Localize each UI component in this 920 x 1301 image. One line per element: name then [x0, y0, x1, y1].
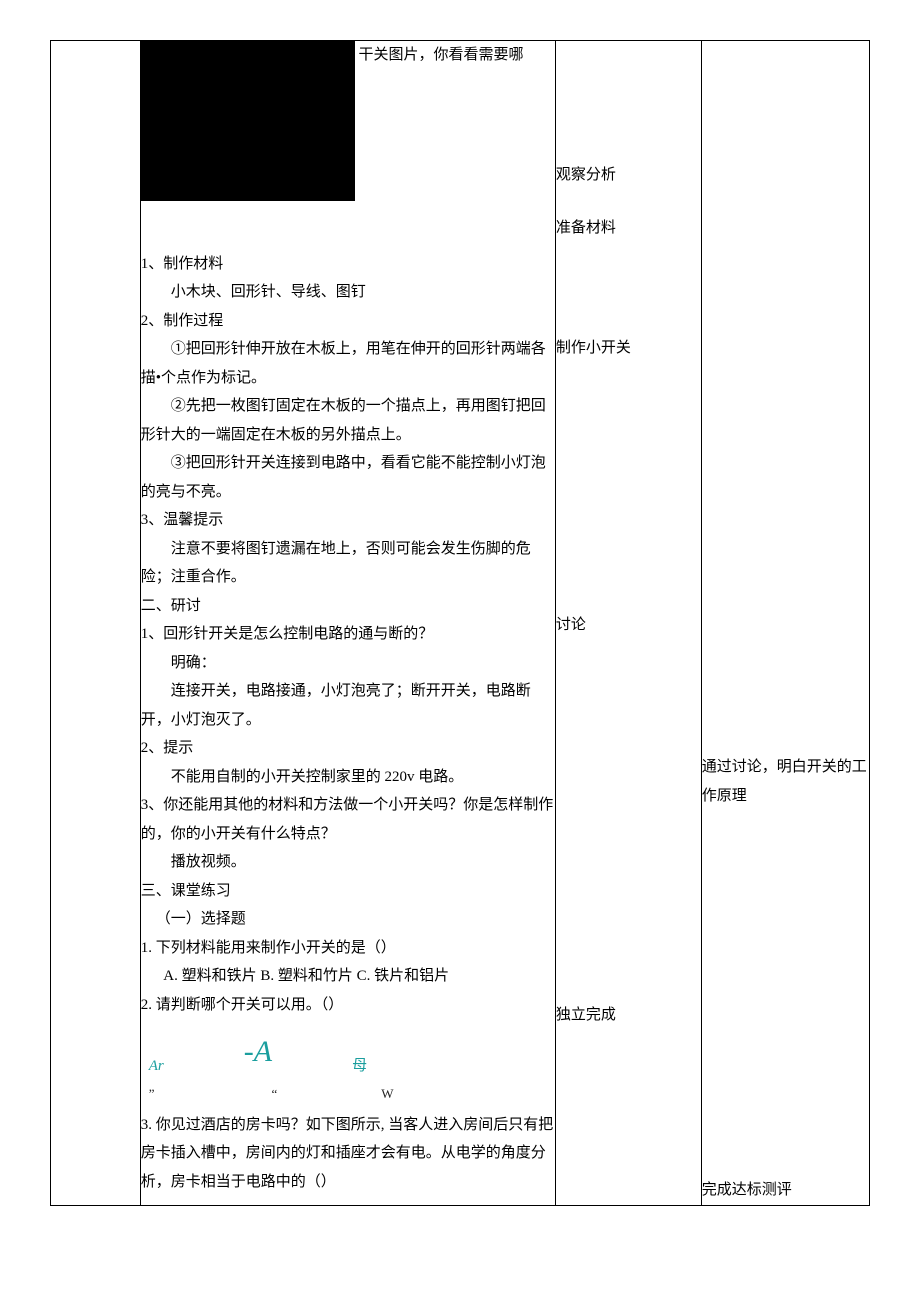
diagram-label-a: -A [244, 1023, 272, 1080]
section-2-step3: ③把回形针开关连接到电路中，看看它能不能控制小灯泡的亮与不亮。 [141, 449, 555, 506]
activity-column: 观察分析 准备材料 制作小开关 讨论 独立完成 [555, 41, 701, 1206]
activity-observe: 观察分析 [556, 161, 701, 190]
section-2-step2: ②先把一枚图钉固定在木板的一个描点上，再用图钉把回形针大的一端固定在木板的另外描… [141, 392, 555, 449]
sec2-q1-mk: 明确： [141, 649, 555, 678]
diagram-label-mu: 母 [352, 1052, 367, 1081]
note-discussion: 通过讨论，明白开关的工作原理 [702, 753, 869, 810]
activity-independent: 独立完成 [556, 1001, 701, 1030]
section-2-step1: ①把回形针伸开放在木板上，用笔在伸开的回形针两端各描•个点作为标记。 [141, 335, 555, 392]
sec2-q2-body: 不能用自制的小开关控制家里的 220v 电路。 [141, 763, 555, 792]
section-1-body: 小木块、回形针、导线、图钉 [141, 278, 555, 307]
sec3-sub: （一）选择题 [141, 905, 555, 934]
image-hint-row: 干关图片，你看看需要哪 g [141, 41, 555, 230]
notes-column: 通过讨论，明白开关的工作原理 完成达标测评 [701, 41, 869, 1206]
question-2: 2. 请判断哪个开关可以用。（） [141, 991, 555, 1020]
sec2-q3: 3、你还能用其他的材料和方法做一个小开关吗？你是怎样制作的，你的小开关有什么特点… [141, 791, 555, 848]
layout-table: 干关图片，你看看需要哪 g 1、制作材料 小木块、回形针、导线、图钉 2、制作过… [50, 40, 870, 1206]
sec2-q1: 1、回形针开关是怎么控制电路的通与断的？ [141, 620, 555, 649]
g-marker: g [143, 51, 557, 80]
main-column: 干关图片，你看看需要哪 g 1、制作材料 小木块、回形针、导线、图钉 2、制作过… [140, 41, 555, 1206]
activity-make-switch: 制作小开关 [556, 334, 701, 363]
sec2-q1-ans: 连接开关，电路接通，小灯泡亮了；断开开关，电路断开，小灯泡灭了。 [141, 677, 555, 734]
switch-diagram-row: Ar -A 母 [141, 1019, 555, 1082]
sec2-q2: 2、提示 [141, 734, 555, 763]
sec3-title: 三、课堂练习 [141, 877, 555, 906]
question-3: 3. 你见过酒店的房卡吗？如下图所示, 当客人进入房间后只有把房卡插入槽中，房间… [141, 1111, 555, 1197]
activity-prepare: 准备材料 [556, 214, 701, 243]
sec2-title: 二、研讨 [141, 592, 555, 621]
section-3-title: 3、温馨提示 [141, 506, 555, 535]
sec2-q3-body: 播放视频。 [141, 848, 555, 877]
activity-discuss: 讨论 [556, 611, 701, 640]
section-2-title: 2、制作过程 [141, 307, 555, 336]
section-1-title: 1、制作材料 [141, 250, 555, 279]
question-1-options: A. 塑料和铁片 B. 塑料和竹片 C. 铁片和铝片 [141, 962, 555, 991]
left-column [51, 41, 141, 1206]
document-page: 干关图片，你看看需要哪 g 1、制作材料 小木块、回形针、导线、图钉 2、制作过… [50, 40, 870, 1206]
question-1: 1. 下列材料能用来制作小开关的是（） [141, 934, 555, 963]
section-3-body: 注意不要将图钉遗漏在地上，否则可能会发生伤脚的危险；注重合作。 [141, 535, 555, 592]
diagram-label-ar: Ar [149, 1052, 164, 1081]
note-assessment: 完成达标测评 [702, 1176, 869, 1205]
diagram-quote-row: ” “ W [141, 1082, 555, 1111]
